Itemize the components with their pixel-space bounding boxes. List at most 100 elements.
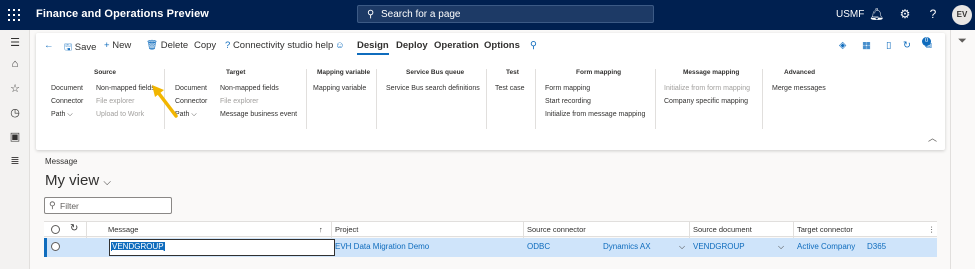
- delete-button[interactable]: 🗑︎ Delete: [146, 40, 188, 51]
- search-actions-icon[interactable]: ⚲: [530, 40, 537, 51]
- column-header-source-connector[interactable]: Source connector: [527, 225, 586, 234]
- merge-messages-button[interactable]: Merge messages: [772, 85, 826, 92]
- favorites-star-icon[interactable]: ☆: [8, 82, 22, 95]
- group-header-message-mapping: Message mapping: [683, 69, 740, 76]
- service-bus-search-definitions-button[interactable]: Service Bus search definitions: [386, 85, 480, 92]
- power-apps-icon[interactable]: ◈: [839, 40, 846, 51]
- ribbon-separator: [535, 69, 536, 129]
- form-mapping-button[interactable]: Form mapping: [545, 85, 590, 92]
- chevron-down-icon[interactable]: ⌵: [679, 242, 685, 252]
- target-connector-name-cell[interactable]: Active Company: [797, 242, 855, 251]
- view-name: My view: [45, 172, 100, 189]
- user-avatar[interactable]: EV: [952, 5, 972, 25]
- sort-ascending-icon[interactable]: ↑: [319, 225, 323, 234]
- workspaces-icon[interactable]: ▣: [8, 130, 22, 143]
- notification-bell-icon[interactable]: 🔔︎: [869, 7, 884, 21]
- left-navigation-pane: ☰ ⌂ ☆ ◷ ▣ ≣: [0, 30, 30, 269]
- tab-design[interactable]: Design: [357, 40, 389, 55]
- column-divider: [86, 222, 87, 238]
- column-divider: [793, 222, 794, 238]
- help-icon[interactable]: ?: [926, 7, 940, 21]
- message-cell-input[interactable]: VENDGROUP: [109, 239, 335, 256]
- action-bar: ← 🖫︎ Save + New 🗑︎ Delete Copy ? Connect…: [36, 33, 945, 57]
- target-connector-type-cell[interactable]: D365: [867, 242, 886, 251]
- annotation-arrow-icon: [152, 85, 178, 118]
- test-case-button[interactable]: Test case: [495, 85, 525, 92]
- delete-label: Delete: [160, 40, 189, 51]
- source-connector-type-cell[interactable]: ODBC: [527, 242, 550, 251]
- source-connector-button[interactable]: Connector: [51, 98, 83, 105]
- refresh-icon[interactable]: ↻: [903, 40, 911, 51]
- filter-placeholder: Filter: [60, 201, 79, 211]
- hamburger-menu-icon[interactable]: ☰: [8, 36, 22, 49]
- source-document-button[interactable]: Document: [51, 85, 83, 92]
- collapse-ribbon-chevron-up-icon[interactable]: ︿: [928, 131, 937, 144]
- source-connector-name-cell[interactable]: Dynamics AX: [603, 242, 651, 251]
- attachments-icon[interactable]: ▯: [886, 40, 891, 51]
- modules-list-icon[interactable]: ≣: [8, 154, 22, 167]
- group-header-target: Target: [226, 69, 246, 76]
- company-picker[interactable]: USMF: [836, 9, 864, 20]
- filter-search-icon: ⚲: [49, 200, 56, 210]
- save-label: Save: [74, 42, 97, 53]
- settings-gear-icon[interactable]: ⚙: [898, 7, 912, 21]
- tab-operation[interactable]: Operation: [434, 40, 479, 51]
- app-title: Finance and Operations Preview: [36, 8, 209, 20]
- start-recording-button[interactable]: Start recording: [545, 98, 591, 105]
- tab-options[interactable]: Options: [484, 40, 520, 51]
- chevron-down-icon: ⌵: [103, 177, 111, 188]
- initialize-from-message-mapping-button[interactable]: Initialize from message mapping: [545, 111, 645, 118]
- save-icon: 🖫︎: [64, 42, 73, 53]
- column-header-message[interactable]: Message: [108, 225, 138, 234]
- connectivity-help-label: Connectivity studio help: [232, 40, 334, 51]
- group-header-service-bus-queue: Service Bus queue: [406, 69, 465, 76]
- app-launcher-icon[interactable]: [8, 9, 20, 21]
- new-button[interactable]: + New: [104, 40, 131, 51]
- message-cell-value: VENDGROUP: [111, 242, 165, 251]
- open-new-window-icon[interactable]: ⧉: [925, 40, 932, 51]
- messages-grid: ↻ Message ↑ Project Source connector Sou…: [44, 221, 937, 259]
- ribbon-separator: [655, 69, 656, 129]
- more-options-icon[interactable]: ⋮: [928, 225, 936, 234]
- chevron-down-icon[interactable]: ⌵: [778, 242, 784, 252]
- question-icon: ?: [225, 40, 231, 51]
- search-placeholder: Search for a page: [381, 9, 461, 20]
- target-non-mapped-fields-button[interactable]: Non-mapped fields: [220, 85, 279, 92]
- delete-icon: 🗑︎: [146, 40, 159, 51]
- source-path-button[interactable]: Path ⌵: [51, 111, 73, 119]
- source-document-cell[interactable]: VENDGROUP: [693, 242, 745, 251]
- connectivity-help-button[interactable]: ? Connectivity studio help: [225, 40, 333, 51]
- refresh-grid-icon[interactable]: ↻: [70, 223, 78, 234]
- source-non-mapped-fields-button[interactable]: Non-mapped fields: [96, 85, 155, 92]
- project-cell-link[interactable]: EVH Data Migration Demo: [335, 242, 429, 251]
- column-header-project[interactable]: Project: [335, 225, 358, 234]
- row-select-radio[interactable]: [51, 242, 60, 251]
- office-icon[interactable]: ▦: [862, 40, 871, 51]
- table-row[interactable]: VENDGROUP EVH Data Migration Demo ODBC D…: [44, 238, 937, 257]
- recent-clock-icon[interactable]: ◷: [8, 106, 22, 119]
- smiley-feedback-icon[interactable]: ☺: [335, 40, 345, 51]
- source-file-explorer-button: File explorer: [96, 98, 135, 105]
- company-specific-mapping-button[interactable]: Company specific mapping: [664, 98, 748, 105]
- back-arrow-icon[interactable]: ←: [44, 40, 54, 51]
- search-icon: ⚲: [367, 9, 375, 20]
- home-icon[interactable]: ⌂: [8, 58, 22, 70]
- mapping-variable-button[interactable]: Mapping variable: [313, 85, 366, 92]
- view-selector[interactable]: My view ⌵: [45, 172, 111, 189]
- filter-funnel-icon[interactable]: ⏷: [958, 35, 967, 48]
- filter-input[interactable]: ⚲ Filter: [44, 197, 172, 214]
- column-header-target-connector[interactable]: Target connector: [797, 225, 853, 234]
- column-header-source-document[interactable]: Source document: [693, 225, 752, 234]
- select-all-radio[interactable]: [51, 225, 60, 234]
- copy-button[interactable]: Copy: [194, 40, 216, 51]
- tab-deploy[interactable]: Deploy: [396, 40, 428, 51]
- save-button[interactable]: 🖫︎ Save: [64, 40, 96, 56]
- plus-icon: +: [104, 40, 110, 51]
- ribbon-separator: [762, 69, 763, 129]
- message-business-event-button[interactable]: Message business event: [220, 111, 297, 118]
- initialize-from-form-mapping-button: Initialize from form mapping: [664, 85, 750, 92]
- search-box[interactable]: ⚲ Search for a page: [357, 5, 654, 23]
- grid-header-row: ↻ Message ↑ Project Source connector Sou…: [44, 221, 937, 238]
- group-header-source: Source: [94, 69, 117, 76]
- chevron-down-icon: ⌵: [67, 111, 73, 118]
